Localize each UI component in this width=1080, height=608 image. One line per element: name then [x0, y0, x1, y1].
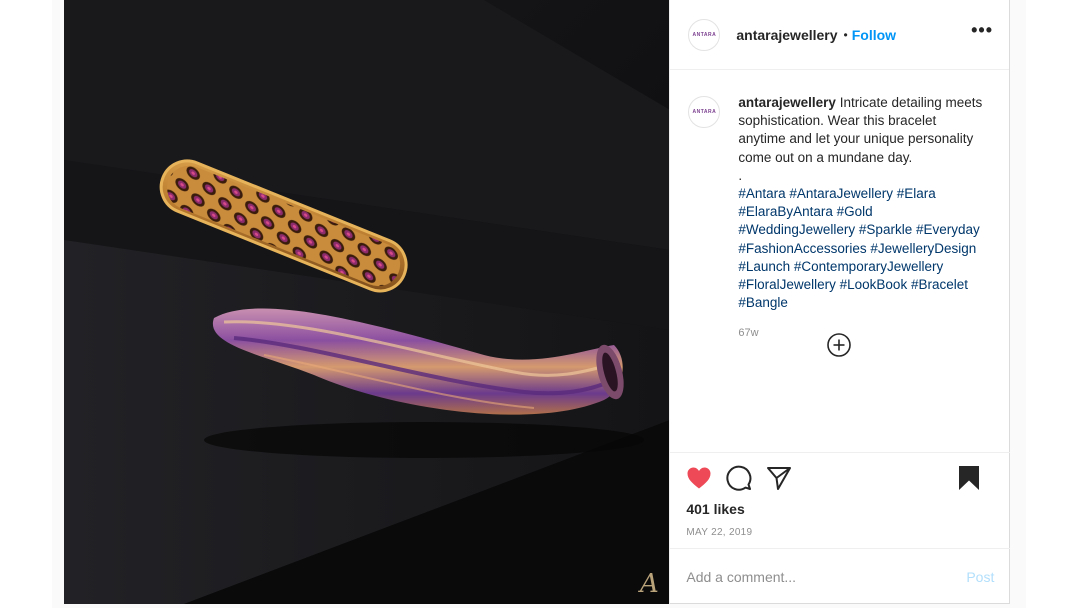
comment-icon[interactable] [726, 465, 752, 491]
action-icons [686, 453, 994, 501]
post-age: 67w [738, 327, 759, 340]
caption-hashtags[interactable]: #Antara #AntaraJewellery #Elara #ElaraBy… [738, 186, 979, 310]
share-icon[interactable] [766, 465, 792, 491]
post-image[interactable]: A [64, 0, 670, 604]
avatar[interactable]: ANTARA [688, 18, 721, 51]
actions-section: 401 likes MAY 22, 2019 [670, 452, 1011, 548]
watermark-logo: A [638, 569, 659, 599]
separator-dot: • [843, 27, 848, 42]
post-header: ANTARA antarajewellery • Follow ••• [670, 0, 1009, 70]
post-comment-button[interactable]: Post [966, 569, 994, 585]
comment-input[interactable] [686, 568, 967, 585]
follow-button[interactable]: Follow [852, 27, 896, 43]
comments-section: ANTARA antarajewellery Intricate detaili… [670, 70, 1009, 376]
caption-row: ANTARA antarajewellery Intricate detaili… [688, 94, 993, 343]
post-modal: A ANTARA antarajewellery • Follow ••• AN… [64, 0, 1011, 604]
add-comment-bar: Post [670, 548, 1011, 604]
heart-icon[interactable] [686, 466, 712, 490]
caption-avatar[interactable]: ANTARA [688, 96, 721, 128]
load-more-comments-icon[interactable] [826, 332, 852, 358]
bracelet-photo: A [64, 0, 670, 604]
caption-spacer: . [738, 167, 743, 183]
header-username[interactable]: antarajewellery [736, 27, 837, 43]
post-side-panel: ANTARA antarajewellery • Follow ••• ANTA… [669, 0, 1011, 604]
likes-count[interactable]: 401 likes [686, 501, 994, 517]
bookmark-icon[interactable] [958, 465, 980, 491]
caption: antarajewellery Intricate detailing meet… [738, 94, 982, 343]
caption-username[interactable]: antarajewellery [738, 95, 836, 110]
more-options-icon[interactable]: ••• [971, 20, 993, 41]
post-date: MAY 22, 2019 [686, 527, 753, 538]
